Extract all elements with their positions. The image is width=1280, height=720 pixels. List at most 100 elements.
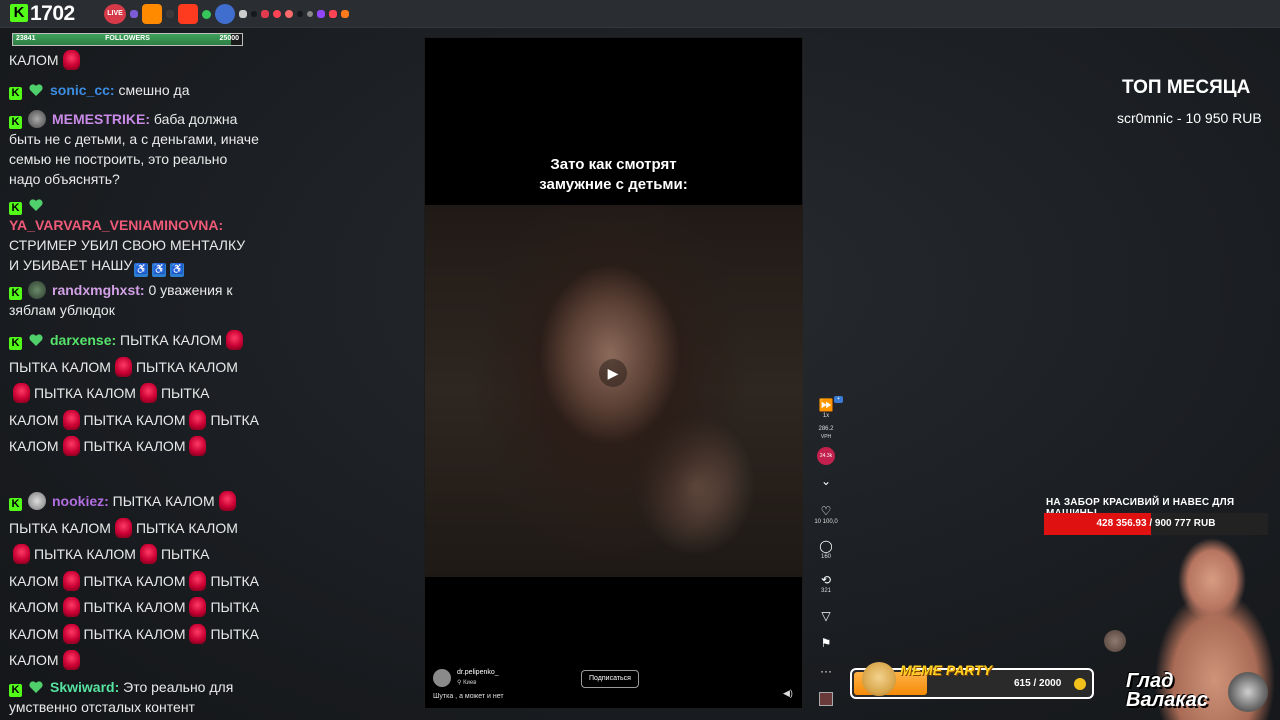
- chat-message: K YA_VARVARA_VENIAMINOVNA: СТРИМЕР УБИЛ …: [9, 195, 259, 277]
- bookmark-button[interactable]: ⚑: [812, 636, 840, 650]
- video-frame-image: [425, 205, 803, 577]
- emote-icon: [139, 544, 157, 564]
- meme-party-title: MEME PARTY: [900, 662, 993, 678]
- chat-message: Ksonic_cc: смешно да: [9, 80, 259, 100]
- chat-username[interactable]: darxense:: [50, 332, 116, 348]
- heart-icon: ♡: [820, 504, 832, 518]
- chat-username[interactable]: YA_VARVARA_VENIAMINOVNA:: [9, 217, 223, 233]
- vph-stat: 286.2 VPH: [812, 425, 840, 441]
- extension-icon[interactable]: [317, 10, 325, 18]
- x-icon[interactable]: [215, 4, 235, 24]
- chat-username[interactable]: MEMESTRIKE:: [52, 111, 150, 127]
- speed-control[interactable]: + ⏩ 1x: [812, 396, 843, 420]
- chat-username[interactable]: Skwiward:: [50, 679, 119, 695]
- send-icon: ▽: [821, 609, 831, 623]
- expand-button[interactable]: ⌄: [812, 474, 840, 488]
- extension-icon[interactable]: [251, 11, 257, 17]
- chat-text: ПЫТКА КАЛОМ: [34, 385, 136, 401]
- extension-icon[interactable]: [166, 10, 174, 18]
- chat-username[interactable]: nookiez:: [52, 493, 109, 509]
- extension-icon[interactable]: [341, 10, 349, 18]
- location-text: Киев: [463, 680, 477, 686]
- volume-icon[interactable]: ◀): [783, 688, 793, 699]
- chat-text: ПЫТКА КАЛОМ: [9, 519, 111, 536]
- chat-text: ПЫТКА КАЛОМ: [34, 546, 136, 562]
- repost-button[interactable]: ⟲ 321: [812, 573, 840, 595]
- extension-icon[interactable]: [261, 10, 269, 18]
- comments-button[interactable]: ◯ 160: [812, 539, 840, 561]
- trend-button[interactable]: 24.3k: [812, 447, 840, 465]
- streamer-name-line: Валакас: [1126, 689, 1209, 711]
- emote-icon: [189, 570, 207, 591]
- extension-icon[interactable]: [307, 11, 313, 17]
- chat-text: ПЫТКА КАЛОМ: [112, 493, 215, 509]
- extension-icons: LIVE: [104, 4, 349, 24]
- donation-goal-progress: 428 356.93 / 900 777 RUB: [1096, 518, 1216, 529]
- likes-count: 10 100,0: [814, 519, 838, 525]
- video-caption: Зато как смотрят замужние с детьми:: [425, 155, 802, 195]
- top-month-title: ТОП МЕСЯЦА: [1122, 77, 1251, 98]
- wheelchair-emoji-icon: ♿: [134, 263, 149, 277]
- like-button[interactable]: ♡ 10 100,0: [812, 504, 840, 526]
- chat-message: Krandxmghxst: 0 уважения к зяблам ублюдо…: [9, 280, 259, 320]
- kick-badge-icon: K: [9, 498, 22, 511]
- play-icon[interactable]: ▶: [599, 359, 627, 387]
- extension-icon[interactable]: [273, 10, 281, 18]
- extension-icon[interactable]: [178, 4, 198, 24]
- bookmark-icon: ⚑: [820, 636, 832, 650]
- subscribe-button[interactable]: Подписаться: [581, 670, 639, 688]
- extension-icon[interactable]: [285, 10, 293, 18]
- extension-icon[interactable]: [239, 10, 247, 18]
- coin-icon: [1074, 678, 1086, 690]
- author-thumb-button[interactable]: [812, 692, 840, 706]
- chat-text: ПЫТКА КАЛОМ: [135, 519, 238, 536]
- vph-label: VPH: [820, 434, 832, 440]
- extension-icon[interactable]: [142, 4, 162, 24]
- extension-icon[interactable]: [130, 10, 138, 18]
- author-avatar[interactable]: [433, 669, 451, 687]
- avatar: [28, 492, 46, 510]
- extension-icon[interactable]: [297, 11, 303, 17]
- video-author-row: dr.pelipenko_ ⚲ Киев Подписаться Шутка ,…: [433, 667, 793, 707]
- author-name[interactable]: dr.pelipenko_: [457, 669, 499, 676]
- chat-text: ПЫТКА КАЛОМ: [83, 572, 186, 589]
- emote-icon: [62, 570, 80, 591]
- kick-badge-icon: K: [9, 87, 22, 100]
- comment-icon: ◯: [819, 539, 833, 553]
- chat-username[interactable]: sonic_cc:: [50, 82, 115, 98]
- extension-icon[interactable]: [329, 10, 337, 18]
- notification-badge: +: [834, 396, 843, 403]
- wheelchair-emoji-icon: ♿: [170, 263, 185, 277]
- chat-username[interactable]: randxmghxst:: [52, 282, 145, 298]
- speed-label: 1x: [822, 413, 830, 419]
- kick-badge-icon: K: [9, 684, 22, 697]
- heart-badge-icon: [29, 84, 43, 96]
- chat-text: ПЫТКА КАЛОМ: [120, 332, 222, 348]
- emote-icon: [218, 491, 236, 511]
- share-button[interactable]: ▽: [812, 609, 840, 623]
- emote-icon: [13, 383, 30, 403]
- chat-text: ПЫТКА КАЛОМ: [9, 358, 111, 375]
- more-icon: ···: [820, 664, 832, 678]
- avatar: [28, 281, 46, 299]
- extension-icon[interactable]: [202, 9, 211, 19]
- chat-text: СТРИМЕР УБИЛ СВОЮ МЕНТАЛКУ И УБИВАЕТ НАШ…: [9, 237, 246, 273]
- emote-icon: [225, 330, 243, 350]
- author-thumbnail-icon: [819, 692, 833, 706]
- emote-icon: [13, 544, 30, 564]
- trend-icon: 24.3k: [817, 447, 835, 465]
- video-player[interactable]: Зато как смотрят замужние с детьми: ▶ dr…: [424, 37, 803, 709]
- more-button[interactable]: ···: [812, 664, 840, 678]
- followers-label: FOLLOWERS: [105, 35, 150, 42]
- live-badge-icon[interactable]: LIVE: [104, 4, 126, 24]
- caption-line: замужние с детьми:: [539, 176, 688, 193]
- chat-text: ПЫТКА КАЛОМ: [83, 599, 186, 615]
- viewer-count: 1702: [30, 2, 75, 25]
- kick-badge-icon: K: [9, 202, 22, 215]
- caption-line: Зато как смотрят: [550, 156, 677, 173]
- chat-text: смешно да: [118, 82, 190, 98]
- kick-logo-icon: K: [10, 4, 28, 22]
- doge-icon: [862, 662, 896, 696]
- small-face-sticker: [1104, 630, 1126, 652]
- emote-icon: [62, 650, 80, 670]
